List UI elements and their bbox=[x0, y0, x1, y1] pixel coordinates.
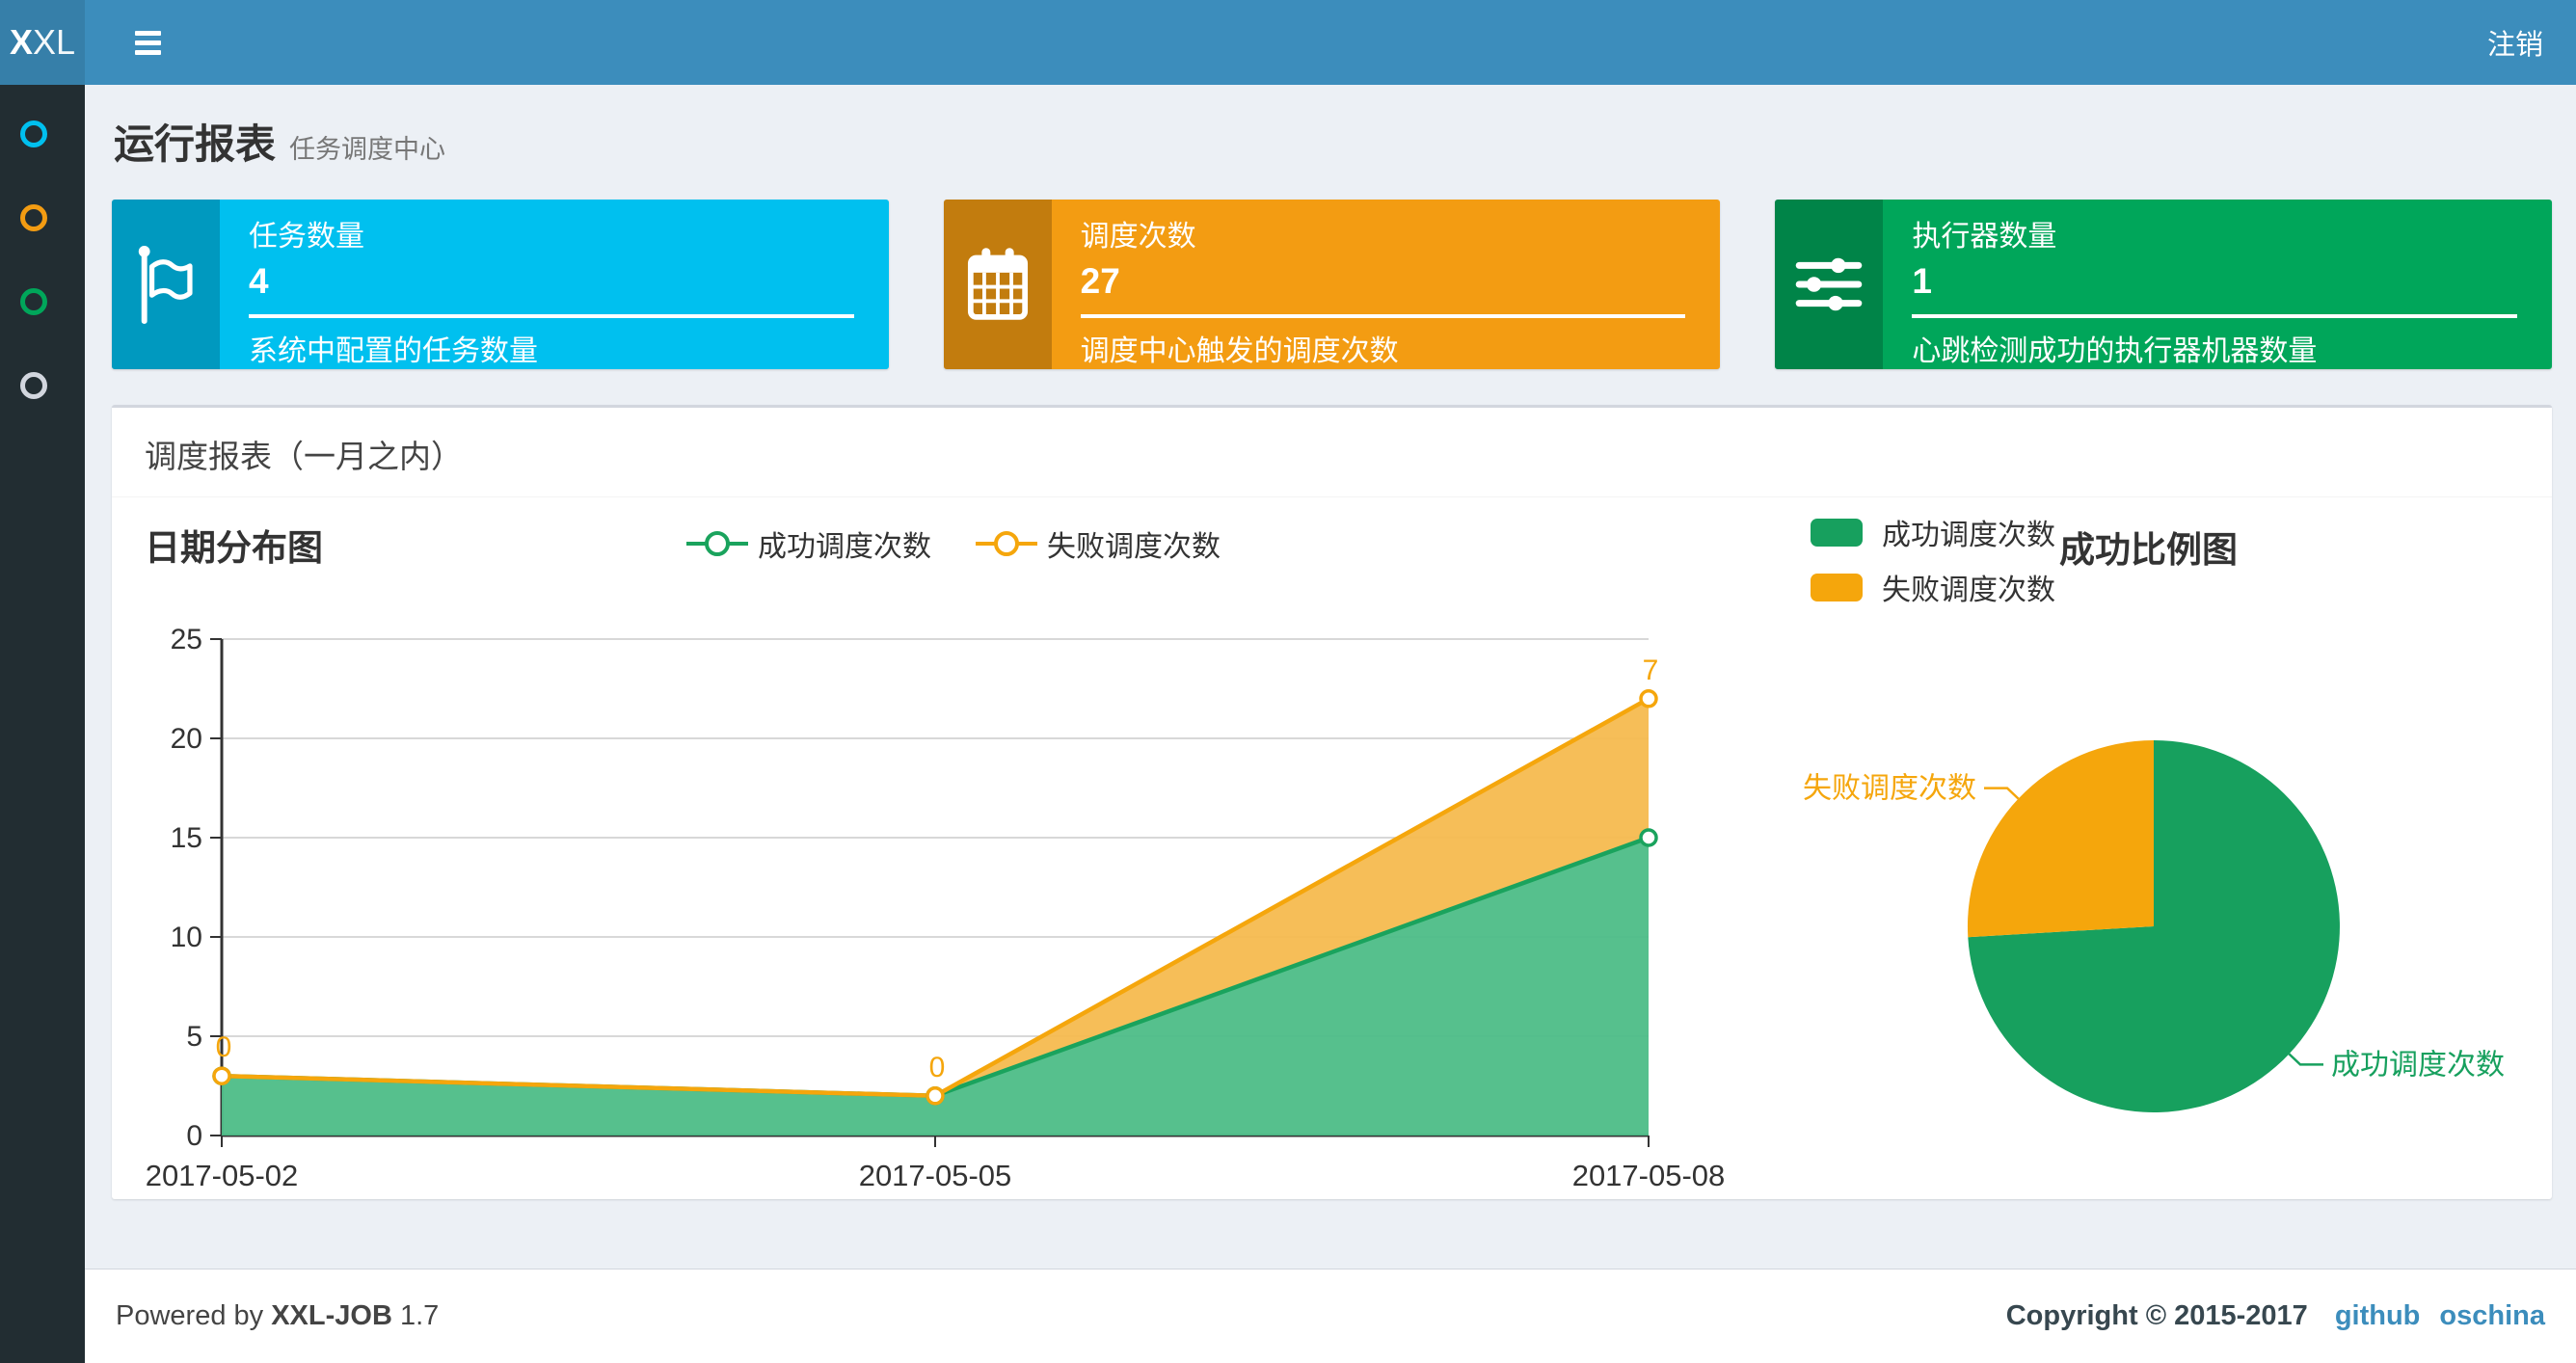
legend-item[interactable]: 成功调度次数 bbox=[1811, 511, 2055, 553]
copyright-text: Copyright © 2015-2017 bbox=[2005, 1300, 2308, 1331]
sidebar bbox=[0, 85, 85, 1363]
svg-text:0: 0 bbox=[186, 1120, 202, 1152]
svg-text:2017-05-08: 2017-05-08 bbox=[1572, 1159, 1726, 1191]
legend-label: 失败调度次数 bbox=[1882, 575, 2055, 606]
github-link[interactable]: github bbox=[2335, 1300, 2421, 1332]
panel-title: 调度报表（一月之内） bbox=[112, 408, 2552, 497]
info-box-label: 任务数量 bbox=[249, 221, 364, 253]
line-chart-legend: 成功调度次数 失败调度次数 bbox=[686, 522, 1221, 565]
charts-container: 日期分布图 成功调度次数 失败调度次数 0 5 10 15 20 25 2017-05-02 2… bbox=[112, 497, 2552, 1191]
circle-o-icon bbox=[20, 372, 47, 399]
svg-text:25: 25 bbox=[171, 624, 202, 655]
info-box-row: 任务数量 4 系统中配置的任务数量 调度次数 27 调度中心触发的调度次数 执行… bbox=[112, 200, 2553, 369]
svg-text:0: 0 bbox=[216, 1031, 232, 1063]
legend-label: 失败调度次数 bbox=[1047, 531, 1221, 563]
svg-text:7: 7 bbox=[1643, 655, 1659, 686]
top-navbar: X XL 注销 bbox=[0, 0, 2576, 85]
circle-o-icon bbox=[20, 288, 47, 315]
line-chart-title: 日期分布图 bbox=[145, 528, 323, 568]
circle-o-icon bbox=[20, 204, 47, 231]
success-ratio-pie-chart: 成功调度次数 失败调度次数 bbox=[1803, 740, 2505, 1112]
legend-swatch bbox=[1811, 573, 1863, 601]
pie-chart-title: 成功比例图 bbox=[2059, 530, 2238, 570]
product-name: XXL-JOB bbox=[271, 1300, 392, 1331]
sidebar-item-3[interactable] bbox=[20, 372, 47, 399]
svg-text:2017-05-02: 2017-05-02 bbox=[146, 1159, 299, 1191]
powered-by: Powered by XXL-JOB 1.7 bbox=[116, 1300, 440, 1331]
page-title: 运行报表 bbox=[114, 121, 277, 167]
oschina-link[interactable]: oschina bbox=[2439, 1300, 2545, 1332]
info-box-description: 心跳检测成功的执行器机器数量 bbox=[1912, 334, 2318, 367]
page-header: 运行报表 任务调度中心 bbox=[114, 112, 445, 171]
info-box-jobs: 任务数量 4 系统中配置的任务数量 bbox=[112, 200, 889, 369]
info-box-value: 1 bbox=[1912, 260, 1932, 301]
legend-item[interactable]: 成功调度次数 bbox=[686, 522, 931, 565]
svg-text:成功调度次数: 成功调度次数 bbox=[2331, 1049, 2505, 1081]
svg-text:失败调度次数: 失败调度次数 bbox=[1803, 773, 1976, 805]
svg-text:5: 5 bbox=[186, 1021, 202, 1053]
info-box-executors: 执行器数量 1 心跳检测成功的执行器机器数量 bbox=[1775, 200, 2553, 369]
logo-text-bold: X bbox=[9, 22, 33, 62]
info-box-description: 调度中心触发的调度次数 bbox=[1080, 334, 1399, 367]
xxl-job-dashboard: X XL 注销 运行报表 任务调度中心 任务数量 4 系统中配置的任务数量 调度… bbox=[0, 0, 2576, 1363]
info-box-label: 执行器数量 bbox=[1912, 221, 2057, 253]
divider bbox=[1080, 313, 1686, 318]
circle-o-icon bbox=[20, 120, 47, 147]
legend-swatch bbox=[1811, 518, 1863, 547]
page-footer: Powered by XXL-JOB 1.7 Copyright © 2015-… bbox=[85, 1269, 2576, 1363]
page-subtitle: 任务调度中心 bbox=[289, 135, 446, 164]
svg-text:10: 10 bbox=[171, 922, 202, 953]
info-box-value: 27 bbox=[1080, 260, 1120, 301]
svg-text:20: 20 bbox=[171, 723, 202, 755]
sidebar-toggle-icon[interactable] bbox=[114, 0, 181, 85]
product-version: 1.7 bbox=[399, 1300, 440, 1331]
info-box-description: 系统中配置的任务数量 bbox=[249, 334, 538, 367]
logout-link[interactable]: 注销 bbox=[2455, 0, 2576, 85]
pie-chart-legend: 成功调度次数 失败调度次数 bbox=[1811, 511, 2055, 608]
svg-text:0: 0 bbox=[929, 1052, 946, 1083]
flag-icon bbox=[112, 200, 220, 369]
info-box-label: 调度次数 bbox=[1080, 221, 1196, 253]
info-box-value: 4 bbox=[249, 260, 269, 301]
sliders-icon bbox=[1775, 200, 1884, 369]
date-distribution-chart: 05101520252017-05-02 2017-05-05 2017-05-08… bbox=[146, 624, 1726, 1191]
divider bbox=[249, 313, 854, 318]
sidebar-item-1[interactable] bbox=[20, 204, 47, 231]
app-logo[interactable]: X XL bbox=[0, 0, 85, 85]
svg-text:2017-05-05: 2017-05-05 bbox=[859, 1159, 1012, 1191]
logo-text-light: XL bbox=[32, 22, 76, 62]
sidebar-item-2[interactable] bbox=[20, 288, 47, 315]
legend-label: 成功调度次数 bbox=[758, 531, 931, 563]
info-box-triggers: 调度次数 27 调度中心触发的调度次数 bbox=[943, 200, 1721, 369]
legend-item[interactable]: 失败调度次数 bbox=[976, 522, 1221, 565]
calendar-icon bbox=[943, 200, 1052, 369]
legend-item[interactable]: 失败调度次数 bbox=[1811, 566, 2055, 608]
legend-label: 成功调度次数 bbox=[1882, 520, 2055, 551]
schedule-report-panel: 调度报表（一月之内） 日期分布图 成功调度次数 失败调度次数 0 5 10 15 20 25… bbox=[112, 405, 2552, 1199]
svg-text:15: 15 bbox=[171, 822, 202, 854]
sidebar-item-0[interactable] bbox=[20, 120, 47, 147]
divider bbox=[1912, 313, 2518, 318]
